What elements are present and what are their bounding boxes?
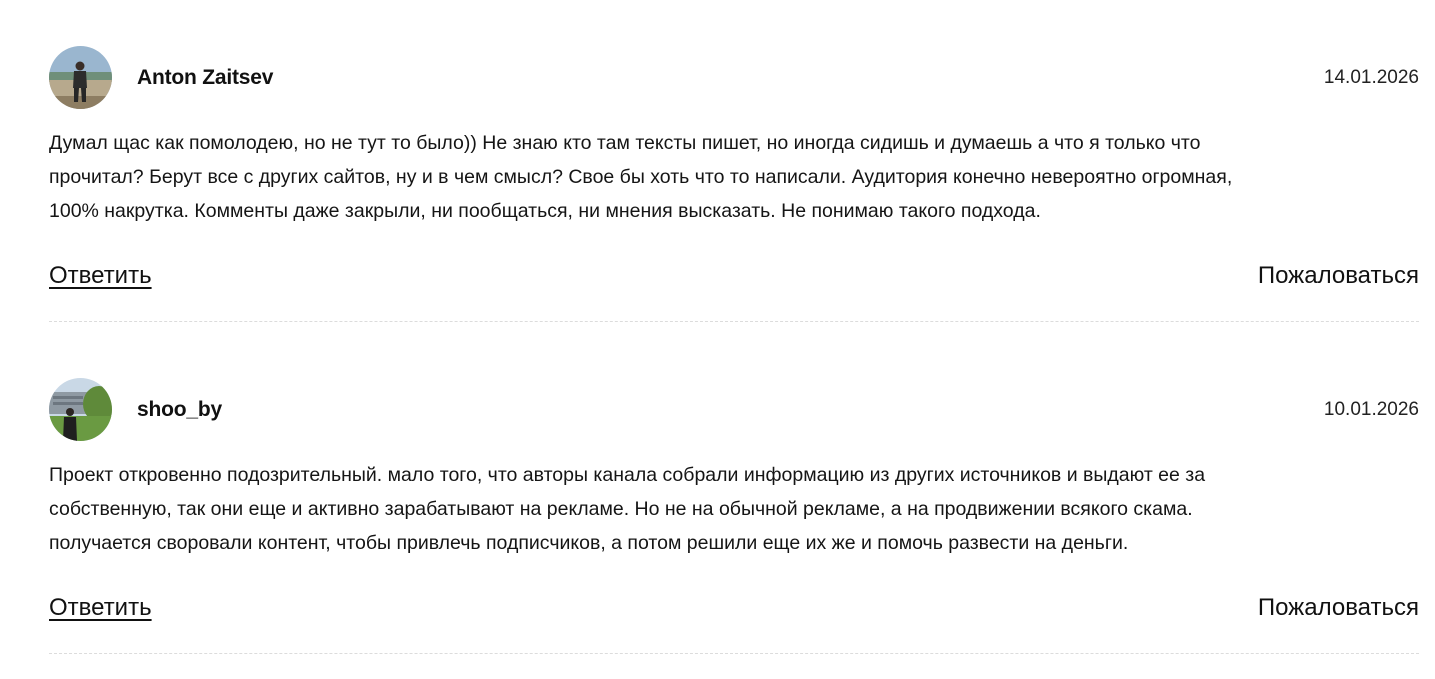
reply-link[interactable]: Ответить <box>49 262 152 290</box>
comment-actions: Ответить Пожаловаться <box>49 594 1419 626</box>
comment-text-line: 100% накрутка. Комменты даже закрыли, ни… <box>49 200 1041 222</box>
comment-author: shoo_by <box>137 398 222 421</box>
comment-header: shoo_by 10.01.2026 <box>49 378 1419 442</box>
comment-header: Anton Zaitsev 14.01.2026 <box>49 46 1419 110</box>
report-link[interactable]: Пожаловаться <box>1258 594 1419 622</box>
comment-text-line: получается своровали контент, чтобы прив… <box>49 532 1129 554</box>
comment-author: Anton Zaitsev <box>137 66 274 89</box>
comment-text-line: Думал щас как помолодею, но не тут то бы… <box>49 132 1201 154</box>
comment-divider <box>49 321 1419 322</box>
comments-list: Anton Zaitsev 14.01.2026 Думал щас как п… <box>0 0 1435 679</box>
comment-text-line: собственную, так они еще и активно зараб… <box>49 498 1193 520</box>
comment-text: Думал щас как помолодею, но не тут то бы… <box>49 126 1349 228</box>
comment-item: shoo_by 10.01.2026 Проект откровенно под… <box>49 378 1419 654</box>
reply-link[interactable]: Ответить <box>49 594 152 622</box>
comment-text: Проект откровенно подозрительный. мало т… <box>49 458 1349 560</box>
user-photo-avatar[interactable] <box>49 46 112 109</box>
comment-date: 14.01.2026 <box>1323 67 1419 88</box>
comment-date: 10.01.2026 <box>1323 399 1419 420</box>
avatar-photo-icon <box>49 46 112 109</box>
avatar-photo-icon <box>49 378 112 441</box>
comment-divider <box>49 653 1419 654</box>
comment-item: Anton Zaitsev 14.01.2026 Думал щас как п… <box>49 46 1419 322</box>
comment-text-line: прочитал? Берут все с других сайтов, ну … <box>49 166 1233 188</box>
report-link[interactable]: Пожаловаться <box>1258 262 1419 290</box>
comment-text-line: Проект откровенно подозрительный. мало т… <box>49 464 1206 486</box>
user-photo-avatar[interactable] <box>49 378 112 441</box>
comment-actions: Ответить Пожаловаться <box>49 262 1419 294</box>
